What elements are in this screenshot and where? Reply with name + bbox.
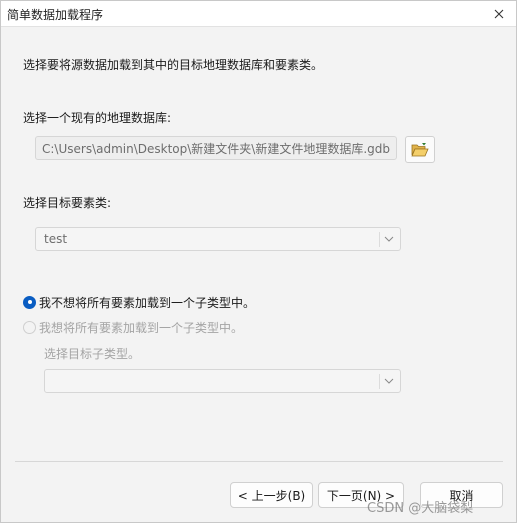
geodatabase-label: 选择一个现有的地理数据库: [23,111,172,125]
target-featureclass-value: test [44,232,68,246]
title-bar: 简单数据加载程序 [1,1,516,27]
dialog-window: 简单数据加载程序 选择要将源数据加载到其中的目标地理数据库和要素类。 选择一个现… [0,0,517,523]
window-title: 简单数据加载程序 [7,8,104,22]
subtype-select[interactable] [44,369,401,393]
watermark-text: CSDN @大脑袋梨 [367,501,474,516]
radio-button-checked[interactable] [23,295,36,309]
instruction-text: 选择要将源数据加载到其中的目标地理数据库和要素类。 [23,58,324,72]
close-button[interactable] [488,4,510,24]
chevron-down-icon [381,372,397,390]
radio-button-unchecked[interactable] [23,320,36,334]
radio-load-subtype-label: 我想将所有要素加载到一个子类型中。 [39,320,244,335]
footer-divider [15,461,503,462]
target-featureclass-label: 选择目标要素类: [23,196,112,210]
close-icon [494,9,504,19]
browse-button[interactable] [405,136,435,163]
radio-no-subtype-label: 我不想将所有要素加载到一个子类型中。 [39,295,256,310]
chevron-down-icon [381,230,397,248]
subtype-select-label: 选择目标子类型。 [44,347,141,361]
geodatabase-path-field: C:\Users\admin\Desktop\新建文件夹\新建文件地理数据库.g… [35,136,397,160]
open-folder-icon [411,142,429,156]
back-button[interactable]: < 上一步(B) [230,482,313,508]
target-featureclass-select[interactable]: test [35,227,401,251]
radio-load-subtype[interactable]: 我想将所有要素加载到一个子类型中。 [23,318,243,336]
radio-no-subtype[interactable]: 我不想将所有要素加载到一个子类型中。 [23,293,255,311]
